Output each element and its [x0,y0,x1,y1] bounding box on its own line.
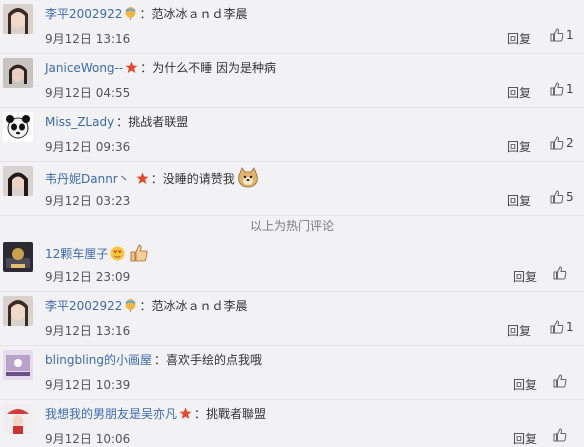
reply-button[interactable]: 回复 [513,376,537,393]
thumbs-up-icon [553,428,567,442]
like-count: 1 [566,28,574,42]
thumbs-up-icon [550,82,564,96]
comment-item: 李平2002922 ： 范冰冰ａｎｄ李晨 9月12日 13:16 回复 1 [0,292,584,346]
doge-emoji-icon [237,167,259,189]
thumbs-up-icon [550,320,564,334]
thumbs-up-icon [553,266,567,280]
username-link[interactable]: Miss_ZLady [45,115,114,129]
timestamp: 9月12日 09:36 [45,140,131,154]
like-button[interactable] [553,374,569,388]
like-count: 1 [566,320,574,334]
reply-button[interactable]: 回复 [507,138,531,155]
comment-item: 12颗车厘子 9月12日 23:09 回复 [0,238,584,292]
reply-button[interactable]: 回复 [507,322,531,339]
username-link[interactable]: blingbling的小画屋 [45,351,152,368]
username-link[interactable]: 12颗车厘子 [45,245,108,262]
timestamp: 9月12日 10:39 [45,378,131,392]
star-badge-icon [125,61,138,74]
timestamp: 9月12日 04:55 [45,86,131,100]
reply-button[interactable]: 回复 [507,192,531,209]
avatar[interactable] [3,242,33,272]
timestamp: 9月12日 03:23 [45,194,131,208]
thumbs-up-icon [553,374,567,388]
reply-button[interactable]: 回复 [507,84,531,101]
like-button[interactable]: 2 [550,136,574,150]
thumbs-up-icon [550,28,564,42]
reply-button[interactable]: 回复 [513,430,537,447]
comment-text: 范冰冰ａｎｄ李晨 [151,7,248,21]
comment-text: 为什么不睡 因为是种病 [152,61,277,75]
username-link[interactable]: JaniceWong-- [45,61,123,75]
reply-button[interactable]: 回复 [507,30,531,47]
like-button[interactable] [553,266,569,280]
comment-item: blingbling的小画屋 ： 喜欢手绘的点我哦 9月12日 10:39 回复 [0,346,584,400]
comment-text: 挑戰者聯盟 [206,407,267,421]
avatar[interactable] [3,296,33,326]
comment-text: 没睡的请赞我 [162,171,235,186]
comment-item: 李平2002922 ： 范冰冰ａｎｄ李晨 9月12日 13:16 回复 1 [0,0,584,54]
avatar[interactable] [3,404,33,434]
username-link[interactable]: 李平2002922 [45,297,122,314]
hot-comments-divider: 以上为热门评论 [249,219,334,233]
comment-item: JaniceWong-- ： 为什么不睡 因为是种病 9月12日 04:55 回… [0,54,584,108]
thumbs-up-icon [550,136,564,150]
like-button[interactable]: 1 [550,82,574,96]
comment-item: Miss_ZLady ： 挑战者联盟 9月12日 09:36 回复 2 [0,108,584,162]
timestamp: 9月12日 10:06 [45,432,131,446]
like-button[interactable] [553,428,569,442]
comment-text: 范冰冰ａｎｄ李晨 [151,299,248,313]
like-button[interactable]: 1 [550,320,574,334]
balloon-badge-icon [124,299,137,312]
avatar[interactable] [3,4,33,34]
comment-text: 挑战者联盟 [128,115,189,129]
avatar[interactable] [3,112,33,142]
avatar[interactable] [3,166,33,196]
reply-button[interactable]: 回复 [513,268,537,285]
balloon-badge-icon [124,7,137,20]
like-button[interactable]: 5 [550,190,574,204]
comment-item: 韦丹妮Dannr丶 ： 没睡的请赞我 9月12日 03:23 回复 5 [0,162,584,216]
avatar[interactable] [3,350,33,380]
avatar[interactable] [3,58,33,88]
comment-text: 喜欢手绘的点我哦 [166,353,263,367]
star-badge-icon [136,172,149,185]
like-count: 2 [566,136,574,150]
timestamp: 9月12日 23:09 [45,270,131,284]
timestamp: 9月12日 13:16 [45,324,131,338]
username-link[interactable]: 李平2002922 [45,5,122,22]
like-count: 1 [566,82,574,96]
timestamp: 9月12日 13:16 [45,32,131,46]
thumbs-up-icon [550,190,564,204]
star-badge-icon [179,407,192,420]
thumbs-up-emoji-icon [129,243,149,263]
username-link[interactable]: 我想我的男朋友是吴亦凡 [45,405,177,422]
like-button[interactable]: 1 [550,28,574,42]
comment-item: 我想我的男朋友是吴亦凡 ： 挑戰者聯盟 9月12日 10:06 回复 [0,400,584,447]
heart-eyes-badge-icon [110,246,125,261]
username-link[interactable]: 韦丹妮Dannr丶 [45,170,130,187]
like-count: 5 [566,190,574,204]
